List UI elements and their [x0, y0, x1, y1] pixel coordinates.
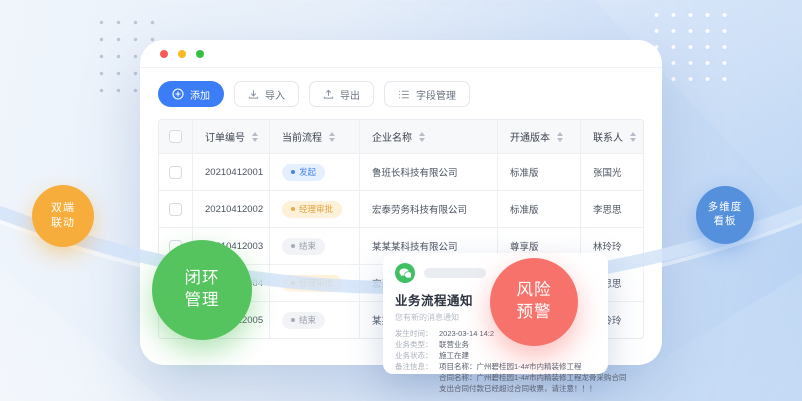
- field-management-button-label: 字段管理: [416, 87, 456, 102]
- select-all-checkbox[interactable]: [169, 130, 182, 143]
- plus-circle-icon: [172, 88, 184, 100]
- traffic-light-dot[interactable]: [196, 50, 204, 58]
- field-value: 联营业务: [439, 339, 469, 350]
- notification-field-line: 业务类型： 联营业务: [395, 339, 596, 350]
- notification-field-line: 业务状态： 施工在建: [395, 350, 596, 361]
- sort-icon[interactable]: [329, 132, 335, 142]
- status-badge: 结束: [282, 312, 325, 329]
- flow-cell: 发起: [270, 154, 360, 190]
- status-badge: 经理审批: [282, 201, 342, 218]
- export-icon: [323, 89, 334, 100]
- flow-cell: 经理审批: [270, 265, 360, 301]
- field-value: 项目名称：广州碧桂园1-4#市内精装修工程: [439, 361, 582, 372]
- notification-field-line: 备注信息： 项目名称：广州碧桂园1-4#市内精装修工程: [395, 361, 596, 372]
- field-management-button[interactable]: 字段管理: [384, 81, 470, 107]
- export-button[interactable]: 导出: [309, 81, 374, 107]
- column-header-label: 联系人: [593, 129, 623, 144]
- feature-bubble-risk-warning: 风险预警: [490, 258, 578, 346]
- column-header-label: 订单编号: [205, 129, 245, 144]
- company-name-cell: 鲁班长科技有限公司: [360, 154, 498, 190]
- notification-field-line: 支出合同付款已经超过合同收票，请注意！！！: [395, 383, 596, 394]
- bubble-label: 闭环管理: [185, 268, 220, 312]
- toolbar: 添加 导入 导出: [140, 68, 662, 117]
- bubble-label: 多维度看板: [708, 201, 743, 229]
- column-header-label: 企业名称: [372, 129, 412, 144]
- marketing-screenshot: 添加 导入 导出: [0, 0, 802, 401]
- status-badge-label: 发起: [299, 166, 316, 178]
- field-label: [395, 372, 439, 383]
- column-header-label: 开通版本: [510, 129, 550, 144]
- field-value: 支出合同付款已经超过合同收票，请注意！！！: [439, 383, 597, 394]
- contact-cell: 张国光: [581, 154, 643, 190]
- status-badge: 结束: [282, 238, 325, 255]
- list-icon: [398, 89, 410, 100]
- table-header-row: 订单编号 当前流程 企业名称 开通版本 联系人: [159, 120, 643, 153]
- version-cell: 标准版: [498, 154, 581, 190]
- field-value: 施工在建: [439, 350, 469, 361]
- field-label: [395, 383, 439, 394]
- field-value: 合同名称：广州碧桂园1-4#市内精装修工程龙骨采购合同: [439, 372, 627, 383]
- row-checkbox[interactable]: [169, 203, 182, 216]
- column-header: 开通版本: [498, 120, 581, 153]
- column-header: 订单编号: [193, 120, 270, 153]
- import-button-label: 导入: [265, 87, 285, 102]
- field-label: 发生时间：: [395, 328, 439, 339]
- field-label: 备注信息：: [395, 361, 439, 372]
- row-checkbox[interactable]: [169, 166, 182, 179]
- column-header: 联系人: [581, 120, 643, 153]
- status-badge-label: 经理审批: [299, 203, 333, 215]
- status-badge: 经理审批: [282, 275, 342, 292]
- field-label: 业务类型：: [395, 339, 439, 350]
- traffic-light-dot[interactable]: [178, 50, 186, 58]
- status-dot-icon: [291, 318, 295, 322]
- flow-cell: 经理审批: [270, 191, 360, 227]
- notification-field-line: 合同名称：广州碧桂园1-4#市内精装修工程龙骨采购合同: [395, 372, 596, 383]
- feature-bubble-dual-linkage: 双端联动: [32, 185, 94, 247]
- sort-icon[interactable]: [630, 132, 636, 142]
- traffic-light-dot[interactable]: [160, 50, 168, 58]
- status-dot-icon: [291, 281, 295, 285]
- column-header-label: 当前流程: [282, 129, 322, 144]
- version-cell: 标准版: [498, 191, 581, 227]
- sender-placeholder-pill: [424, 268, 486, 278]
- order-number-cell: 20210412002: [193, 191, 270, 227]
- import-button[interactable]: 导入: [234, 81, 299, 107]
- add-button-label: 添加: [190, 87, 210, 102]
- column-header: 企业名称: [360, 120, 498, 153]
- company-name-cell: 宏泰劳务科技有限公司: [360, 191, 498, 227]
- feature-bubble-dashboard: 多维度看板: [696, 186, 754, 244]
- table-row: 20210412002 经理审批 宏泰劳务科技有限公司 标准版 李思思: [159, 190, 643, 227]
- sort-icon[interactable]: [419, 132, 425, 142]
- status-badge: 发起: [282, 164, 325, 181]
- status-badge-label: 经理审批: [299, 277, 333, 289]
- status-badge-label: 结束: [299, 314, 316, 326]
- flow-cell: 结束: [270, 302, 360, 338]
- contact-cell: 李思思: [581, 191, 643, 227]
- row-select-cell: [159, 154, 193, 190]
- bubble-label: 双端联动: [51, 201, 75, 230]
- table-row: 20210412001 发起 鲁班长科技有限公司 标准版 张国光: [159, 153, 643, 190]
- wechat-chat-icon: [395, 263, 415, 283]
- sort-icon[interactable]: [557, 132, 563, 142]
- select-all-cell: [159, 120, 193, 153]
- status-dot-icon: [291, 244, 295, 248]
- column-header: 当前流程: [270, 120, 360, 153]
- window-titlebar: [140, 40, 662, 68]
- field-label: 业务状态：: [395, 350, 439, 361]
- status-dot-icon: [291, 207, 295, 211]
- order-number-cell: 20210412001: [193, 154, 270, 190]
- sort-icon[interactable]: [252, 132, 258, 142]
- export-button-label: 导出: [340, 87, 360, 102]
- status-dot-icon: [291, 170, 295, 174]
- bubble-label: 风险预警: [517, 280, 552, 324]
- flow-cell: 结束: [270, 228, 360, 264]
- import-icon: [248, 89, 259, 100]
- row-select-cell: [159, 191, 193, 227]
- status-badge-label: 结束: [299, 240, 316, 252]
- notification-fields: 发生时间： 2023-03-14 14:2 业务类型： 联营业务 业务状态： 施…: [395, 328, 596, 394]
- field-value: 2023-03-14 14:2: [439, 328, 494, 339]
- feature-bubble-closed-loop: 闭环管理: [152, 240, 252, 340]
- traffic-lights: [160, 50, 204, 58]
- add-button[interactable]: 添加: [158, 81, 224, 107]
